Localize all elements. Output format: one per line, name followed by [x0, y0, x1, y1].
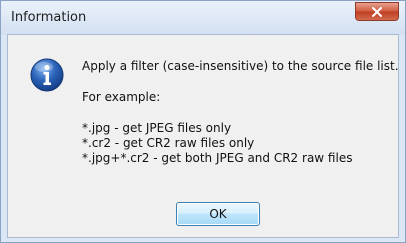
window-title: Information — [11, 10, 87, 25]
info-icon — [30, 58, 64, 92]
close-button[interactable] — [355, 2, 399, 21]
example-line: *.jpg - get JPEG files only — [82, 121, 232, 135]
title-bar[interactable]: Information — [1, 1, 405, 35]
message-line: For example: — [82, 90, 161, 104]
ok-button[interactable]: OK — [176, 202, 260, 226]
information-dialog: Information Apply a filter (case-insensi… — [0, 0, 406, 243]
close-icon — [372, 6, 382, 17]
message-text: Apply a filter (case-insensitive) to the… — [82, 59, 399, 166]
dialog-body: Apply a filter (case-insensitive) to the… — [7, 34, 399, 238]
example-line: *.cr2 - get CR2 raw files only — [82, 136, 255, 150]
example-line: *.jpg+*.cr2 - get both JPEG and CR2 raw … — [82, 151, 353, 165]
message-line: Apply a filter (case-insensitive) to the… — [82, 59, 399, 73]
